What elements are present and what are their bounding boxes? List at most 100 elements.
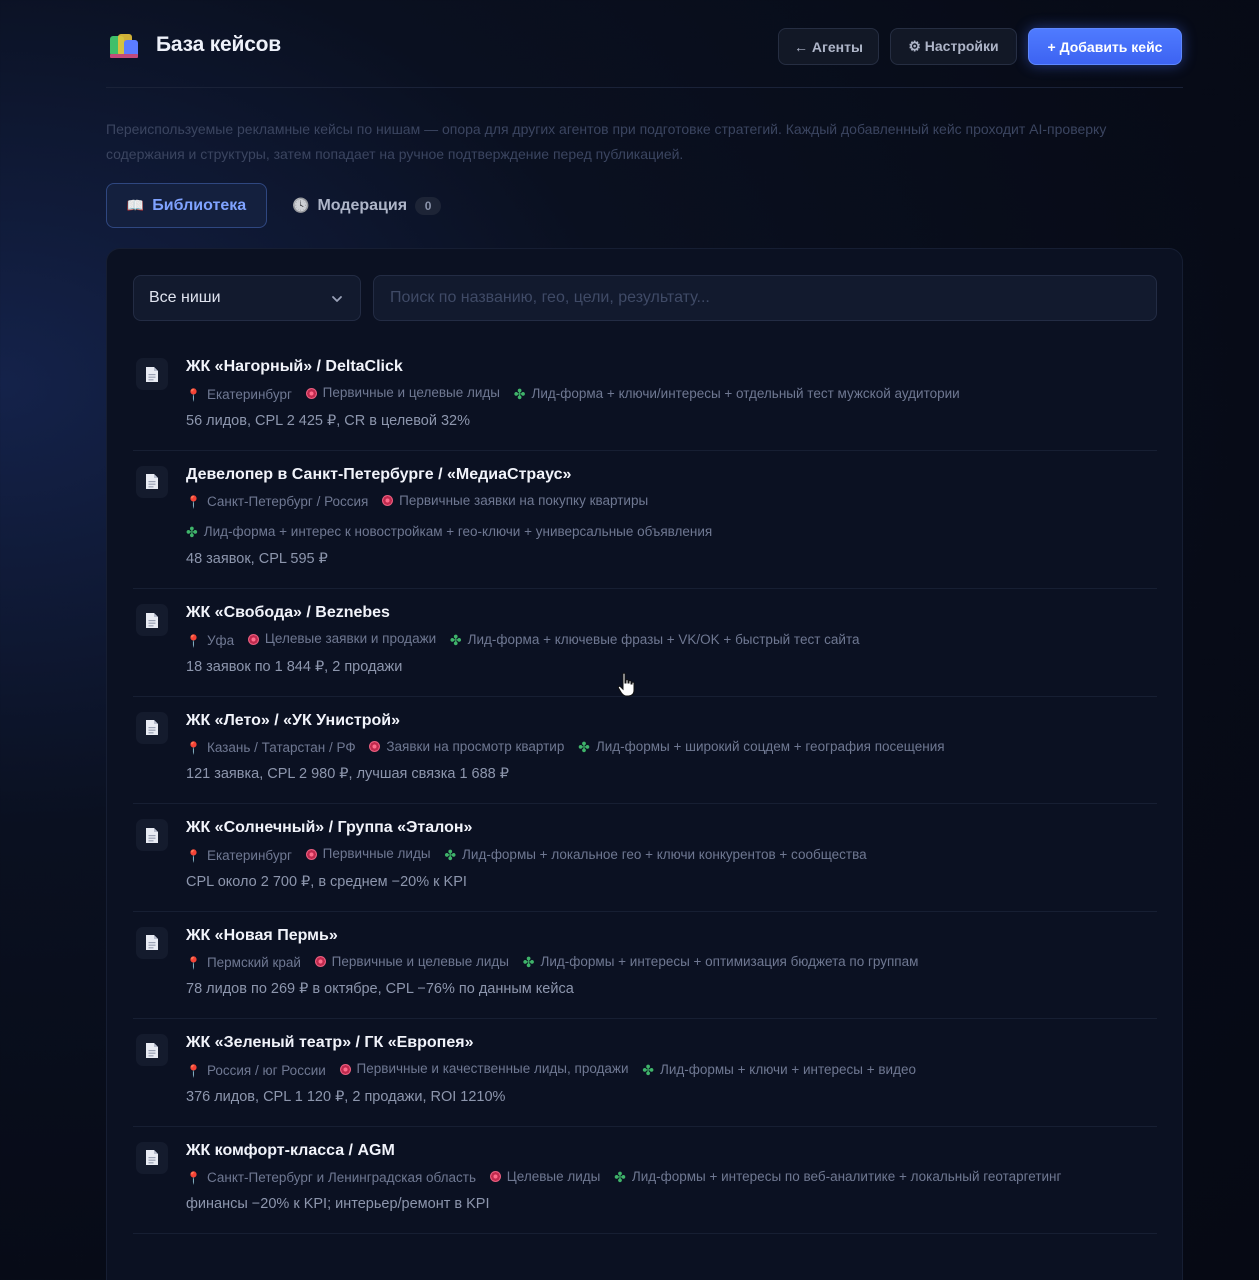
hand-cursor-icon xyxy=(617,672,635,697)
add-case-button[interactable]: + Добавить кейс xyxy=(1028,28,1182,65)
case-geo: 📍 Екатеринбург xyxy=(186,384,292,406)
clover-icon: ✤ xyxy=(444,846,457,863)
page-description: Переиспользуемые рекламные кейсы по ниша… xyxy=(106,121,1107,162)
clover-icon: ✤ xyxy=(186,524,198,540)
target-icon xyxy=(247,633,259,645)
case-result: 48 заявок, CPL 595 ₽ xyxy=(186,551,328,567)
tab-library[interactable]: 📖 Библиотека xyxy=(106,183,267,228)
case-title: ЖК «Солнечный» / Группа «Эталон» xyxy=(186,819,473,836)
case-title: Девелопер в Санкт-Петербурге / «МедиаСтр… xyxy=(186,465,572,483)
case-title: ЖК «Зеленый театр» / ГК «Европея» xyxy=(186,1034,474,1051)
clock-icon: 🕓 xyxy=(292,197,310,213)
case-title: ЖК «Лето» / «УК Унистрой» xyxy=(186,711,401,729)
case-meta: 📍 Екатеринбург Первичные лиды ✤ Лид-формы … xyxy=(186,843,1157,867)
document-icon xyxy=(136,819,168,851)
document-icon xyxy=(136,711,168,744)
case-list: ЖК «Нагорный» / DeltaClick 📍 Екатеринбург… xyxy=(133,343,1157,1234)
header: База кейсов ← Агенты ⚙ Настройки + Добав… xyxy=(106,0,1183,88)
case-geo: 📍 Екатеринбург xyxy=(186,845,292,867)
case-tools: ✤ Лид-форма + ключи/интересы + отдельный … xyxy=(514,383,960,405)
document-icon xyxy=(136,465,168,498)
case-item[interactable]: ЖК комфорт-класса / AGM 📍 Санкт-Петербург… xyxy=(133,1127,1157,1234)
pin-icon: 📍 xyxy=(186,956,201,970)
pin-icon: 📍 xyxy=(186,633,201,648)
case-geo: 📍 Пермский край xyxy=(186,952,301,974)
clover-icon: ✤ xyxy=(578,739,590,755)
target-icon xyxy=(489,1171,501,1182)
case-meta: 📍 Уфа Целевые заявки и продажи ✤ Лид-форма… xyxy=(186,628,1157,652)
case-goal: Первичные лиды xyxy=(305,843,431,865)
chevron-down-icon xyxy=(332,296,342,302)
case-title: ЖК «Свобода» / Beznebes xyxy=(186,604,390,621)
clover-icon: ✤ xyxy=(642,1061,654,1078)
agents-button[interactable]: ← Агенты xyxy=(778,28,879,65)
case-goal: Целевые заявки и продажи xyxy=(247,628,436,650)
case-result: 78 лидов по 269 ₽ в октябре, CPL −76% по… xyxy=(186,981,574,997)
case-tools: ✤ Лид-формы + широкий соцдем + география … xyxy=(578,736,944,758)
case-goal: Первичные и целевые лиды xyxy=(305,382,500,404)
clover-icon: ✤ xyxy=(513,385,526,402)
case-goal: Первичные и качественные лиды, продажи xyxy=(339,1058,629,1080)
case-result: 121 заявка, CPL 2 980 ₽, лучшая связка 1… xyxy=(186,766,509,782)
case-title: ЖК «Новая Пермь» xyxy=(186,926,338,944)
document-icon xyxy=(136,358,168,390)
clover-icon: ✤ xyxy=(522,954,535,970)
case-item[interactable]: ЖК «Лето» / «УК Унистрой» 📍 Казань / Тата… xyxy=(133,697,1157,804)
case-geo: 📍 Санкт-Петербург и Ленинградская область xyxy=(186,1167,476,1189)
case-meta: 📍 Пермский край Первичные и целевые лиды … xyxy=(186,951,1157,975)
tab-moderation[interactable]: 🕓 Модерация 0 xyxy=(292,183,442,228)
case-geo: 📍 Казань / Татарстан / РФ xyxy=(186,737,356,759)
case-tools: ✤ Лид-формы + локальное гео + ключи конку… xyxy=(444,844,866,866)
niche-select[interactable]: Все ниши xyxy=(133,275,361,321)
page-title: База кейсов xyxy=(156,33,282,56)
case-tools: ✤ Лид-форма + ключевые фразы + VK/OK + бы… xyxy=(450,629,860,651)
target-icon xyxy=(382,495,394,506)
target-icon xyxy=(314,956,326,967)
case-goal: Заявки на просмотр квартир xyxy=(369,736,564,758)
case-tools: ✤ Лид-формы + интересы по веб-аналитике +… xyxy=(614,1166,1061,1188)
case-title: ЖК комфорт-класса / AGM xyxy=(186,1141,395,1159)
settings-button[interactable]: ⚙ Настройки xyxy=(890,28,1017,65)
niche-select-value: Все ниши xyxy=(149,289,221,306)
case-item[interactable]: ЖК «Новая Пермь» 📍 Пермский край Первичны… xyxy=(133,912,1157,1019)
books-icon xyxy=(110,34,140,60)
pin-icon: 📍 xyxy=(186,1063,201,1078)
case-goal: Первичные и целевые лиды xyxy=(314,951,509,973)
case-result: CPL около 2 700 ₽, в среднем −20% к KPI xyxy=(186,873,467,890)
pin-icon: 📍 xyxy=(186,495,201,509)
page: База кейсов ← Агенты ⚙ Настройки + Добав… xyxy=(106,0,1183,1280)
target-icon xyxy=(339,1063,351,1075)
case-item[interactable]: ЖК «Солнечный» / Группа «Эталон» 📍 Екатер… xyxy=(133,804,1157,912)
book-icon: 📖 xyxy=(126,197,145,213)
document-icon xyxy=(136,1034,168,1066)
case-meta: 📍 Санкт-Петербург / Россия Первичные заяв… xyxy=(186,490,1157,545)
pin-icon: 📍 xyxy=(186,741,201,755)
target-icon xyxy=(369,741,381,752)
case-meta: 📍 Санкт-Петербург и Ленинградская область… xyxy=(186,1166,1157,1190)
case-geo: 📍 Россия / юг России xyxy=(186,1060,326,1082)
moderation-count-badge: 0 xyxy=(415,196,442,215)
case-item[interactable]: ЖК «Нагорный» / DeltaClick 📍 Екатеринбург… xyxy=(133,343,1157,451)
case-meta: 📍 Екатеринбург Первичные и целевые лиды ✤… xyxy=(186,382,1157,406)
case-tools: ✤ Лид-формы + ключи + интересы + видео xyxy=(642,1059,916,1081)
case-item[interactable]: ЖК «Свобода» / Beznebes 📍 Уфа Целевые зая… xyxy=(133,589,1157,697)
clover-icon: ✤ xyxy=(614,1169,626,1185)
case-result: 376 лидов, CPL 1 120 ₽, 2 продажи, ROI 1… xyxy=(186,1088,506,1105)
search-input[interactable] xyxy=(373,275,1157,321)
document-icon xyxy=(136,926,168,959)
case-goal: Первичные заявки на покупку квартиры xyxy=(382,490,648,512)
case-item[interactable]: Девелопер в Санкт-Петербурге / «МедиаСтр… xyxy=(133,451,1157,589)
case-meta: 📍 Россия / юг России Первичные и качестве… xyxy=(186,1058,1157,1082)
case-tools: ✤ Лид-форма + интерес к новостройкам + ге… xyxy=(186,521,712,543)
target-icon xyxy=(305,387,317,399)
case-goal: Целевые лиды xyxy=(489,1166,600,1188)
case-meta: 📍 Казань / Татарстан / РФ Заявки на просм… xyxy=(186,736,1157,760)
tab-library-label: Библиотека xyxy=(152,196,247,214)
case-result: 18 заявок по 1 844 ₽, 2 продажи xyxy=(186,658,403,675)
pin-icon: 📍 xyxy=(186,848,201,863)
case-result: 56 лидов, CPL 2 425 ₽, CR в целевой 32% xyxy=(186,412,471,429)
pin-icon: 📍 xyxy=(186,1171,201,1185)
document-icon xyxy=(136,604,168,636)
case-tools: ✤ Лид-формы + интересы + оптимизация бюдж… xyxy=(523,951,919,973)
case-item[interactable]: ЖК «Зеленый театр» / ГК «Европея» 📍 Росси… xyxy=(133,1019,1157,1127)
